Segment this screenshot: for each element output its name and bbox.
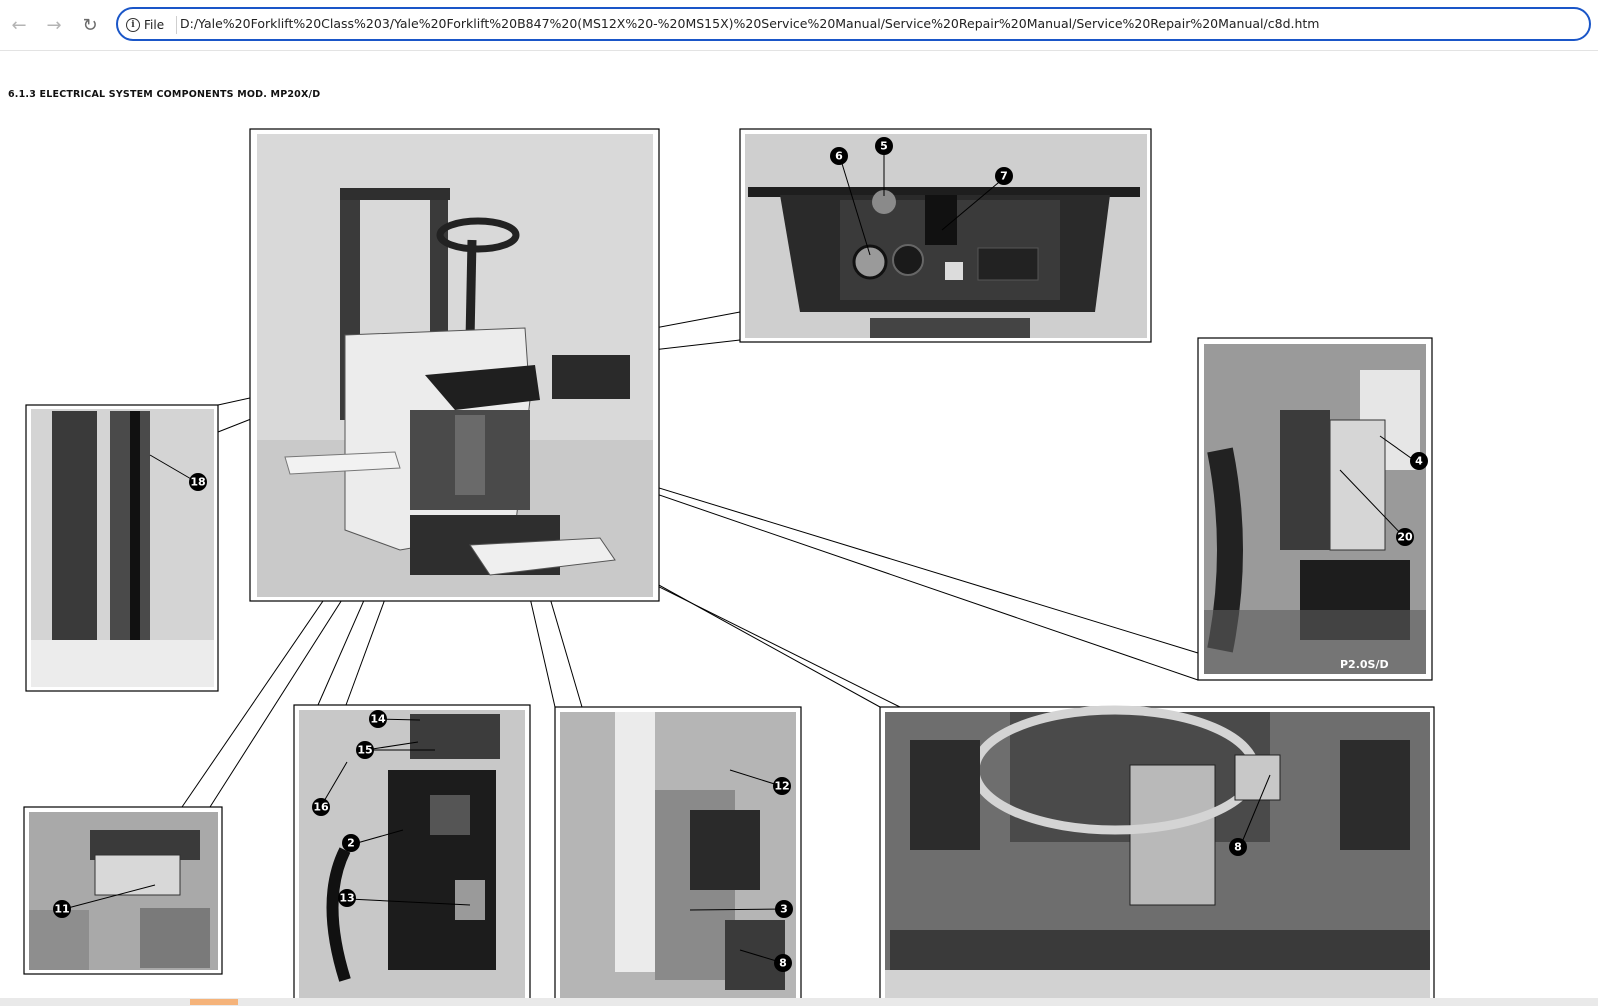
control-panel-photo (739, 128, 1152, 343)
svg-text:7: 7 (1000, 170, 1008, 183)
back-button[interactable]: ← (4, 10, 34, 40)
browser-toolbar: ← → ↻ i File D:/Yale%20Forklift%20Class%… (0, 0, 1598, 51)
arrow-right-icon: → (46, 14, 62, 36)
callout-15: 15 (356, 741, 374, 759)
callout-3: 3 (775, 900, 793, 918)
site-info-label: File (144, 18, 165, 32)
svg-text:3: 3 (780, 903, 788, 916)
svg-text:11: 11 (54, 903, 69, 916)
svg-text:16: 16 (313, 801, 329, 814)
callout-4: 4 (1410, 452, 1428, 470)
callout-14: 14 (369, 710, 387, 728)
url-text[interactable]: D:/Yale%20Forklift%20Class%203/Yale%20Fo… (180, 16, 1581, 31)
callout-20: 20 (1396, 528, 1414, 546)
svg-text:6: 6 (835, 150, 843, 163)
svg-text:13: 13 (339, 892, 354, 905)
bottom-left-photo (23, 806, 223, 975)
address-bar[interactable]: i File D:/Yale%20Forklift%20Class%203/Ya… (116, 7, 1591, 41)
callout-12: 12 (773, 777, 791, 795)
controller-photo (293, 704, 531, 998)
forward-button[interactable]: → (39, 10, 69, 40)
svg-text:20: 20 (1397, 531, 1413, 544)
svg-text:2: 2 (347, 837, 355, 850)
horizontal-scrollbar[interactable] (0, 998, 1598, 1006)
info-icon: i (126, 18, 140, 32)
callout-7: 7 (995, 167, 1013, 185)
left-mast-photo (25, 404, 219, 692)
svg-text:8: 8 (1234, 841, 1242, 854)
callout-2: 2 (342, 834, 360, 852)
svg-text:18: 18 (190, 476, 205, 489)
callout-16: 16 (312, 798, 330, 816)
svg-text:8: 8 (779, 957, 787, 970)
photo-label: P2.0S/D (1340, 658, 1389, 671)
drive-unit-photo (879, 705, 1435, 998)
callout-13: 13 (338, 889, 356, 907)
callout-8-drive: 8 (1229, 838, 1247, 856)
callout-5: 5 (875, 137, 893, 155)
arrow-left-icon: ← (11, 14, 27, 36)
svg-text:15: 15 (357, 744, 372, 757)
main-truck-photo (249, 128, 660, 602)
scrollbar-thumb[interactable] (190, 999, 238, 1005)
callout-18: 18 (189, 473, 207, 491)
callout-11: 11 (53, 900, 71, 918)
reload-button[interactable]: ↻ (75, 10, 105, 40)
site-info-chip[interactable]: i File (126, 15, 164, 35)
address-separator (176, 16, 177, 34)
electrical-components-diagram: P2.0S/D 2 3 4 5 6 7 8 8 11 12 13 14 15 1… (23, 128, 1435, 998)
callout-6: 6 (830, 147, 848, 165)
reload-icon: ↻ (82, 14, 98, 36)
svg-text:14: 14 (370, 713, 386, 726)
svg-text:4: 4 (1415, 455, 1423, 468)
motor-photo (554, 706, 802, 998)
svg-text:5: 5 (880, 140, 888, 153)
svg-text:12: 12 (774, 780, 789, 793)
right-valve-photo: P2.0S/D (1197, 337, 1433, 681)
callout-8-motor: 8 (774, 954, 792, 972)
